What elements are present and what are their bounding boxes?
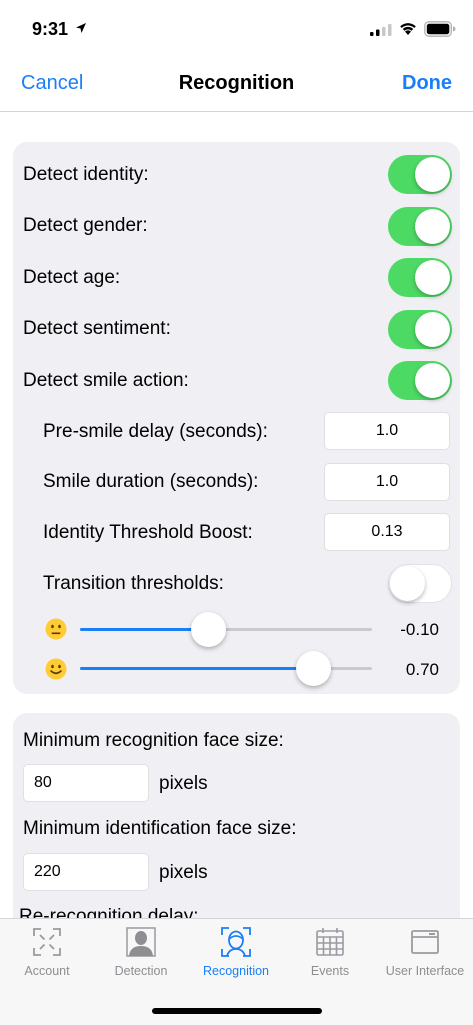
done-button[interactable]: Done <box>402 72 452 95</box>
neutral-threshold-thumb[interactable] <box>190 612 226 647</box>
smile-threshold-slider[interactable] <box>80 649 372 689</box>
settings-scroll-view[interactable]: Detect identity: Detect gender: Detect a… <box>0 112 473 918</box>
identity-threshold-boost-label: Identity Threshold Boost: <box>43 522 253 543</box>
location-arrow-icon <box>76 23 86 33</box>
battery-icon <box>424 21 456 37</box>
min-recognition-unit: pixels <box>159 773 208 794</box>
tab-events[interactable]: Events <box>283 925 377 985</box>
detect-sentiment-label: Detect sentiment: <box>23 318 171 339</box>
detect-gender-label: Detect gender: <box>23 215 148 236</box>
pre-smile-delay-label: Pre-smile delay (seconds): <box>43 421 268 442</box>
tab-account-label: Account <box>24 964 70 978</box>
face-scan-icon <box>221 927 251 957</box>
identity-threshold-boost-input[interactable]: 0.13 <box>324 513 450 551</box>
smile-threshold-value: 0.70 <box>405 660 439 679</box>
tab-bar: Account Detection Recognition Events Use… <box>0 918 473 1025</box>
cellular-signal-icon <box>370 24 392 36</box>
detect-gender-toggle[interactable] <box>388 207 452 246</box>
smile-duration-input[interactable]: 1.0 <box>324 463 450 501</box>
wifi-icon <box>400 23 416 35</box>
min-identification-unit: pixels <box>159 862 208 883</box>
smile-threshold-fill <box>80 667 314 670</box>
face-size-card: Minimum recognition face size: 80 pixels… <box>13 713 460 918</box>
detect-smile-label: Detect smile action: <box>23 370 189 391</box>
window-icon <box>411 930 439 954</box>
re-recognition-delay-label: Re-recognition delay: <box>19 906 199 918</box>
smiling-face-icon <box>45 658 67 680</box>
neutral-threshold-value: -0.10 <box>400 620 439 639</box>
smile-threshold-thumb[interactable] <box>296 651 332 686</box>
tab-events-label: Events <box>310 964 350 978</box>
min-identification-size-input[interactable]: 220 <box>23 853 149 891</box>
neutral-threshold-slider[interactable] <box>80 610 372 650</box>
neutral-threshold-fill <box>80 628 209 631</box>
tab-user-interface[interactable]: User Interface <box>378 925 472 985</box>
tab-account[interactable]: Account <box>0 925 94 985</box>
tab-detection-label: Detection <box>114 964 168 978</box>
transition-thresholds-toggle[interactable] <box>388 564 452 603</box>
status-time: 9:31 <box>32 19 69 39</box>
detection-settings-card: Detect identity: Detect gender: Detect a… <box>13 142 460 694</box>
detect-age-toggle[interactable] <box>388 258 452 297</box>
neutral-face-icon <box>45 618 67 640</box>
tab-detection[interactable]: Detection <box>94 925 188 985</box>
detect-identity-toggle[interactable] <box>388 155 452 194</box>
min-identification-size-label: Minimum identification face size: <box>23 818 297 839</box>
home-indicator <box>152 1008 322 1014</box>
pre-smile-delay-input[interactable]: 1.0 <box>324 412 450 450</box>
tab-user-interface-label: User Interface <box>385 964 465 978</box>
detect-age-label: Detect age: <box>23 267 121 288</box>
detect-sentiment-toggle[interactable] <box>388 310 452 349</box>
tab-recognition[interactable]: Recognition <box>189 925 283 985</box>
min-recognition-size-input[interactable]: 80 <box>23 764 149 802</box>
navigation-bar: Cancel Recognition Done <box>0 58 473 112</box>
detect-identity-label: Detect identity: <box>23 164 149 185</box>
person-silhouette-icon <box>126 927 156 957</box>
calendar-icon <box>316 928 344 956</box>
account-frame-icon <box>33 928 61 956</box>
detect-smile-toggle[interactable] <box>388 361 452 400</box>
smile-duration-label: Smile duration (seconds): <box>43 471 259 492</box>
status-bar: 9:31 <box>0 0 473 58</box>
transition-thresholds-label: Transition thresholds: <box>43 573 224 594</box>
min-recognition-size-label: Minimum recognition face size: <box>23 730 284 751</box>
tab-recognition-label: Recognition <box>202 964 269 978</box>
